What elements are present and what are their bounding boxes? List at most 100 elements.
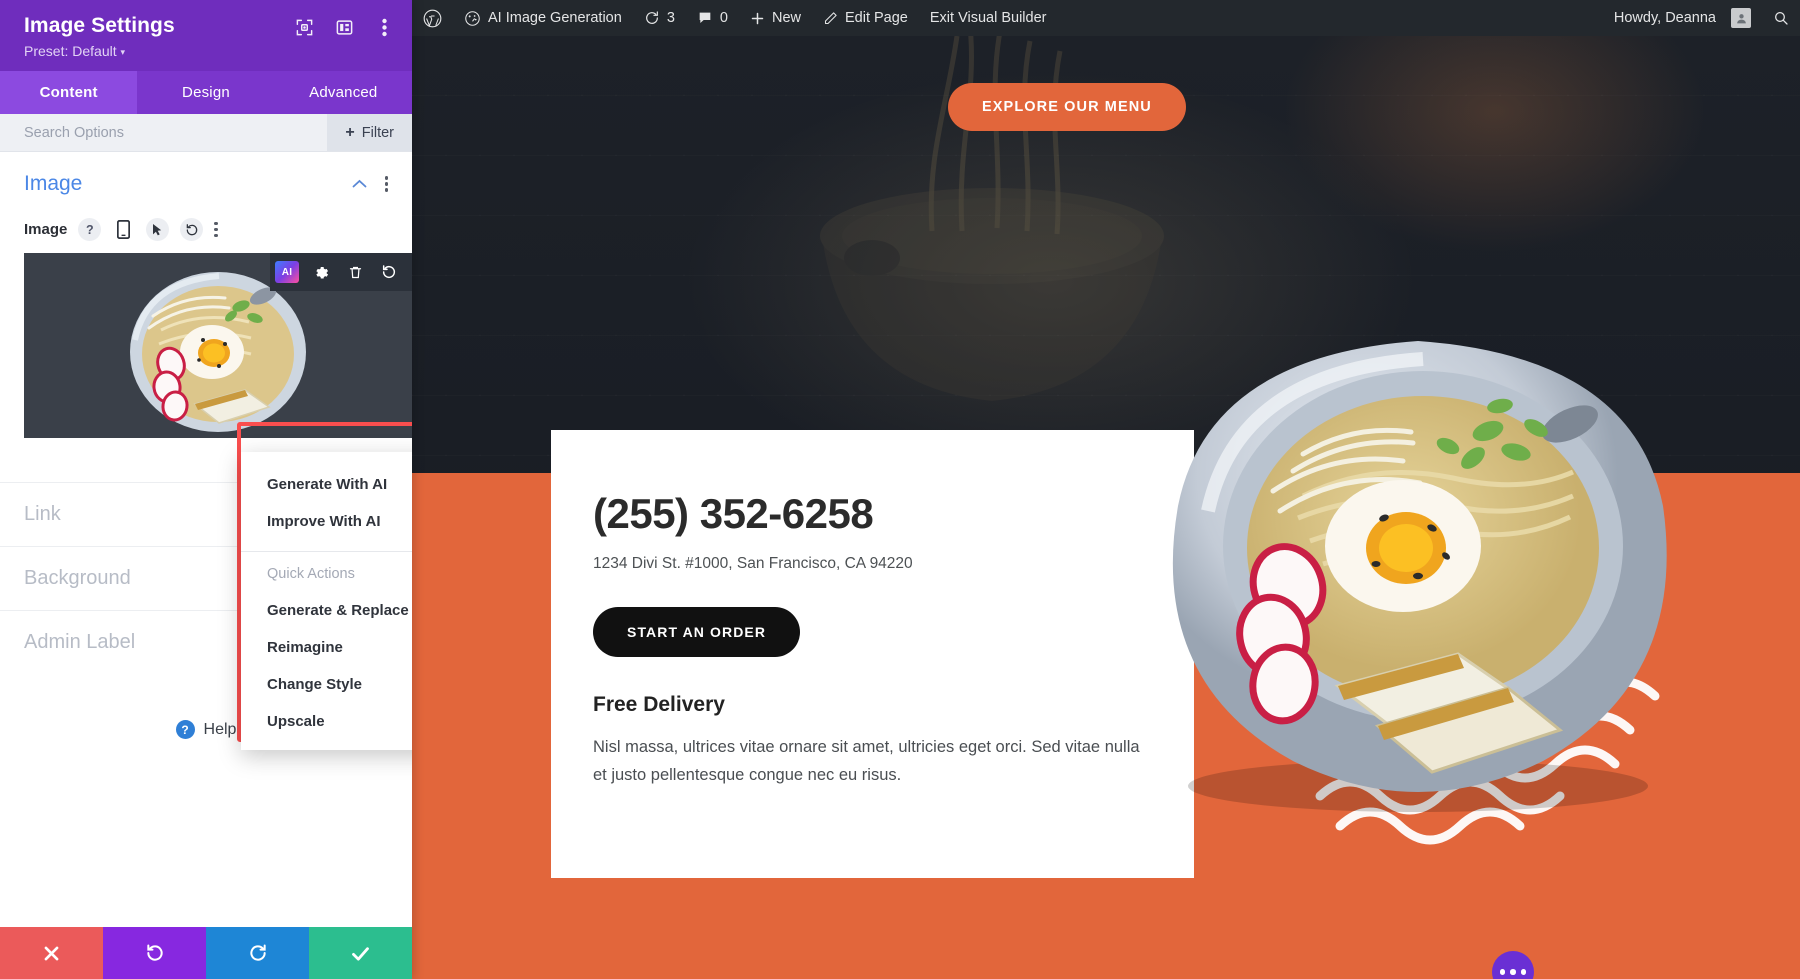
chevron-down-icon: ▾ xyxy=(120,47,126,57)
updates-icon xyxy=(645,11,658,24)
layout-icon[interactable] xyxy=(334,17,354,37)
undo-icon xyxy=(146,944,163,961)
more-vertical-icon[interactable] xyxy=(384,176,388,192)
avatar xyxy=(1731,8,1751,28)
free-delivery-heading: Free Delivery xyxy=(593,693,725,716)
more-vertical-icon[interactable] xyxy=(374,17,394,37)
menu-item-generate-and-replace[interactable]: Generate & Replace xyxy=(241,592,412,629)
menu-item-label: Generate With AI xyxy=(267,476,388,493)
menu-item-reimagine[interactable]: Reimagine xyxy=(241,629,412,666)
comments-button[interactable]: 0 xyxy=(686,0,739,36)
tab-content[interactable]: Content xyxy=(0,71,138,114)
panel-tabs: Content Design Advanced xyxy=(0,71,412,114)
dot xyxy=(1499,969,1506,975)
free-delivery-body: Nisl massa, ultrices vitae ornare sit am… xyxy=(593,738,1140,785)
search-options-bar: + Filter xyxy=(0,114,412,152)
undo-button[interactable] xyxy=(103,927,206,979)
search-button[interactable] xyxy=(1762,10,1800,26)
dashboard-icon xyxy=(465,10,480,26)
tab-design[interactable]: Design xyxy=(137,71,274,114)
menu-item-change-style[interactable]: Change Style xyxy=(241,666,412,703)
menu-item-label: Generate & Replace xyxy=(267,602,409,619)
help-label: Help xyxy=(203,720,237,738)
wp-admin-bar: AI Image Generation 3 0 New Edit Page Ex… xyxy=(412,0,1800,36)
updates-count: 3 xyxy=(666,10,675,26)
explore-menu-button[interactable]: EXPLORE OUR MENU xyxy=(948,83,1186,131)
redo-icon xyxy=(249,944,266,961)
menu-group-label: Quick Actions xyxy=(267,566,355,582)
admin-bar-right: Howdy, Deanna xyxy=(1603,8,1800,28)
menu-item-generate-with-ai[interactable]: Generate With AI xyxy=(241,466,412,503)
menu-item-label: Improve With AI xyxy=(267,513,381,530)
new-label: New xyxy=(771,10,801,26)
image-field-row: Image ? xyxy=(24,218,388,241)
wordpress-logo-button[interactable] xyxy=(412,0,453,36)
address-text: 1234 Divi St. #1000, San Francisco, CA 9… xyxy=(593,555,913,572)
section-link-label: Link xyxy=(24,503,61,525)
updates-button[interactable]: 3 xyxy=(633,0,686,36)
ai-chip-label: AI xyxy=(275,261,299,283)
filter-button[interactable]: + Filter xyxy=(327,114,412,151)
chevron-up-icon[interactable] xyxy=(352,177,367,192)
wordpress-icon xyxy=(423,9,442,27)
pencil-icon xyxy=(824,11,837,24)
image-preview[interactable]: AI xyxy=(24,253,412,438)
contact-info-card: (255) 352-6258 1234 Divi St. #1000, San … xyxy=(551,430,1194,878)
close-icon xyxy=(44,946,59,960)
image-section-actions xyxy=(352,176,388,192)
responsive-icon[interactable] xyxy=(112,218,135,241)
menu-item-label: Change Style xyxy=(267,676,363,693)
panel-header-actions xyxy=(294,17,394,37)
menu-divider xyxy=(241,551,412,552)
preset-label: Preset: Default xyxy=(24,43,117,59)
account-menu-button[interactable]: Howdy, Deanna xyxy=(1603,8,1762,28)
ai-actions-menu: Generate With AI Improve With AI Quick A… xyxy=(241,452,412,750)
trash-icon[interactable] xyxy=(338,253,372,291)
dot xyxy=(1520,969,1527,975)
panel-preset[interactable]: Preset: Default ▾ xyxy=(24,43,392,59)
comment-icon xyxy=(699,12,711,23)
edit-page-button[interactable]: Edit Page xyxy=(812,0,919,36)
undo-icon[interactable] xyxy=(372,253,406,291)
panel-body: Image Image ? AI Link Background Admin L… xyxy=(0,152,412,927)
save-button[interactable] xyxy=(309,927,412,979)
image-hover-toolbar: AI xyxy=(270,253,412,291)
filter-label: Filter xyxy=(361,124,394,141)
gear-icon[interactable] xyxy=(304,253,338,291)
start-order-button[interactable]: START AN ORDER xyxy=(593,607,801,657)
image-settings-panel: Image Settings Preset: Default ▾ Content… xyxy=(0,0,412,979)
help-icon: ? xyxy=(175,720,195,739)
site-name-button[interactable]: AI Image Generation xyxy=(453,0,633,36)
hover-icon[interactable] xyxy=(146,218,170,241)
new-content-button[interactable]: New xyxy=(739,0,812,36)
image-section-header: Image xyxy=(24,172,388,196)
panel-footer xyxy=(0,927,412,979)
menu-item-improve-with-ai[interactable]: Improve With AI xyxy=(241,503,412,540)
menu-item-label: Reimagine xyxy=(267,639,343,656)
image-section: Image Image ? AI xyxy=(0,152,412,438)
app-root: AI Image Generation 3 0 New Edit Page Ex… xyxy=(0,0,1800,979)
edit-page-label: Edit Page xyxy=(844,10,908,26)
image-field-label: Image xyxy=(24,221,68,238)
more-vertical-icon[interactable] xyxy=(214,221,218,238)
exit-visual-builder-button[interactable]: Exit Visual Builder xyxy=(919,0,1058,36)
plus-icon xyxy=(751,12,764,24)
cancel-button[interactable] xyxy=(0,927,103,979)
ai-icon[interactable]: AI xyxy=(270,253,304,291)
target-icon[interactable] xyxy=(294,17,314,37)
reset-icon[interactable] xyxy=(180,218,204,241)
page-canvas: EXPLORE OUR MENU (255) 352-6258 1234 Div… xyxy=(412,36,1800,979)
section-background-label: Background xyxy=(24,567,131,589)
tab-advanced[interactable]: Advanced xyxy=(275,71,412,114)
howdy-label: Howdy, Deanna xyxy=(1613,10,1716,26)
panel-header: Image Settings Preset: Default ▾ xyxy=(0,0,412,71)
exit-label: Exit Visual Builder xyxy=(929,10,1047,26)
search-icon xyxy=(1775,12,1788,25)
comments-count: 0 xyxy=(719,10,728,26)
section-admin-label-label: Admin Label xyxy=(24,631,136,653)
redo-button[interactable] xyxy=(206,927,309,979)
image-section-title: Image xyxy=(24,172,83,195)
menu-item-upscale[interactable]: Upscale xyxy=(241,703,412,740)
search-input[interactable] xyxy=(24,124,328,141)
help-icon[interactable]: ? xyxy=(78,218,102,241)
